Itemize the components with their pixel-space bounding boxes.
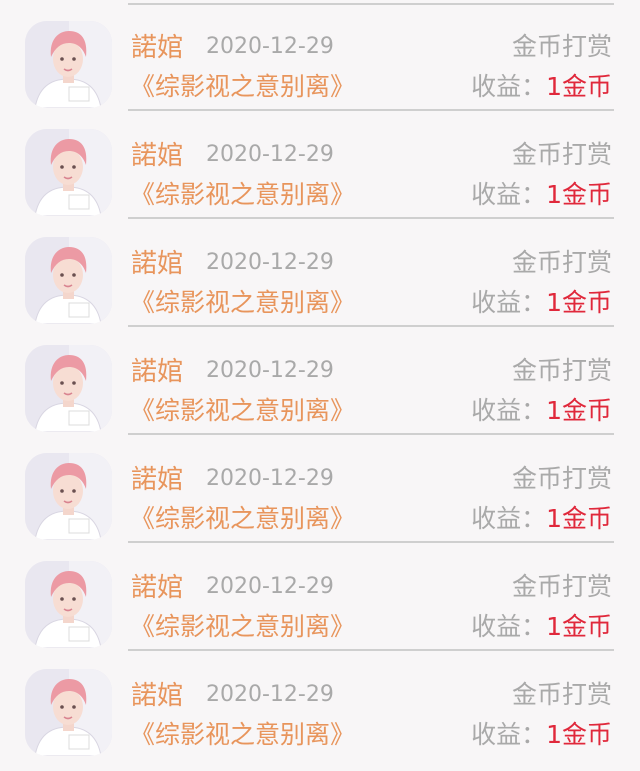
user-name[interactable]: 諾婠 (131, 33, 183, 63)
earnings-value: 1金币 (546, 720, 612, 749)
earnings-value: 1金币 (546, 612, 612, 641)
earnings-value: 1金币 (546, 72, 612, 101)
reward-date: 2020-12-29 (206, 250, 334, 275)
book-title[interactable]: 《综影视之意别离》 (130, 288, 355, 318)
book-title[interactable]: 《综影视之意别离》 (130, 396, 355, 426)
reward-date: 2020-12-29 (206, 466, 334, 491)
reward-date: 2020-12-29 (206, 358, 334, 383)
earnings-label: 收益： (471, 72, 547, 101)
user-name[interactable]: 諾婠 (131, 141, 183, 171)
earnings: 收益：1金币 (471, 504, 612, 534)
book-title[interactable]: 《综影视之意别离》 (130, 180, 355, 210)
reward-date: 2020-12-29 (206, 682, 334, 707)
user-avatar[interactable] (25, 561, 112, 648)
earnings: 收益：1金币 (471, 288, 612, 318)
user-name[interactable]: 諾婠 (131, 357, 183, 387)
user-name[interactable]: 諾婠 (131, 573, 183, 603)
list-item[interactable]: 諾婠 2020-12-29 金币打赏 《综影视之意别离》 收益：1金币 (0, 324, 640, 435)
user-name[interactable]: 諾婠 (131, 249, 183, 279)
earnings: 收益：1金币 (471, 72, 612, 102)
earnings: 收益：1金币 (471, 180, 612, 210)
earnings-value: 1金币 (546, 180, 612, 209)
list-item[interactable]: 諾婠 2020-12-29 金币打赏 《综影视之意别离》 收益：1金币 (0, 540, 640, 651)
user-name[interactable]: 諾婠 (131, 681, 183, 711)
user-avatar[interactable] (25, 237, 112, 324)
reward-date: 2020-12-29 (206, 574, 334, 599)
user-avatar[interactable] (25, 669, 112, 756)
reward-type: 金币打赏 (511, 680, 612, 709)
earnings-value: 1金币 (546, 288, 612, 317)
list-item[interactable]: 諾婠 2020-12-29 金币打赏 《综影视之意别离》 收益：1金币 (0, 0, 640, 111)
earnings-label: 收益： (471, 720, 547, 749)
earnings-label: 收益： (471, 612, 547, 641)
earnings-label: 收益： (471, 396, 547, 425)
earnings-label: 收益： (471, 504, 547, 533)
earnings-label: 收益： (471, 288, 547, 317)
reward-type: 金币打赏 (511, 572, 612, 601)
user-avatar[interactable] (25, 453, 112, 540)
earnings: 收益：1金币 (471, 720, 612, 750)
user-avatar[interactable] (25, 21, 112, 108)
book-title[interactable]: 《综影视之意别离》 (130, 504, 355, 534)
earnings-label: 收益： (471, 180, 547, 209)
list-item[interactable]: 諾婠 2020-12-29 金币打赏 《综影视之意别离》 收益：1金币 (0, 216, 640, 327)
list-item[interactable]: 諾婠 2020-12-29 金币打赏 《综影视之意别离》 收益：1金币 (0, 432, 640, 543)
reward-type: 金币打赏 (511, 140, 612, 169)
list-item[interactable]: 諾婠 2020-12-29 金币打赏 《综影视之意别离》 收益：1金币 (0, 648, 640, 756)
user-avatar[interactable] (25, 129, 112, 216)
reward-type: 金币打赏 (511, 464, 612, 493)
reward-date: 2020-12-29 (206, 142, 334, 167)
book-title[interactable]: 《综影视之意别离》 (130, 72, 355, 102)
book-title[interactable]: 《综影视之意别离》 (130, 720, 355, 750)
reward-type: 金币打赏 (511, 356, 612, 385)
reward-type: 金币打赏 (511, 32, 612, 61)
earnings: 收益：1金币 (471, 612, 612, 642)
earnings-value: 1金币 (546, 504, 612, 533)
reward-list: 諾婠 2020-12-29 金币打赏 《综影视之意别离》 收益：1金币 諾婠 2… (0, 0, 640, 771)
earnings: 收益：1金币 (471, 396, 612, 426)
earnings-value: 1金币 (546, 396, 612, 425)
user-name[interactable]: 諾婠 (131, 465, 183, 495)
reward-type: 金币打赏 (511, 248, 612, 277)
list-item[interactable]: 諾婠 2020-12-29 金币打赏 《综影视之意别离》 收益：1金币 (0, 108, 640, 219)
reward-date: 2020-12-29 (206, 34, 334, 59)
user-avatar[interactable] (25, 345, 112, 432)
book-title[interactable]: 《综影视之意别离》 (130, 612, 355, 642)
